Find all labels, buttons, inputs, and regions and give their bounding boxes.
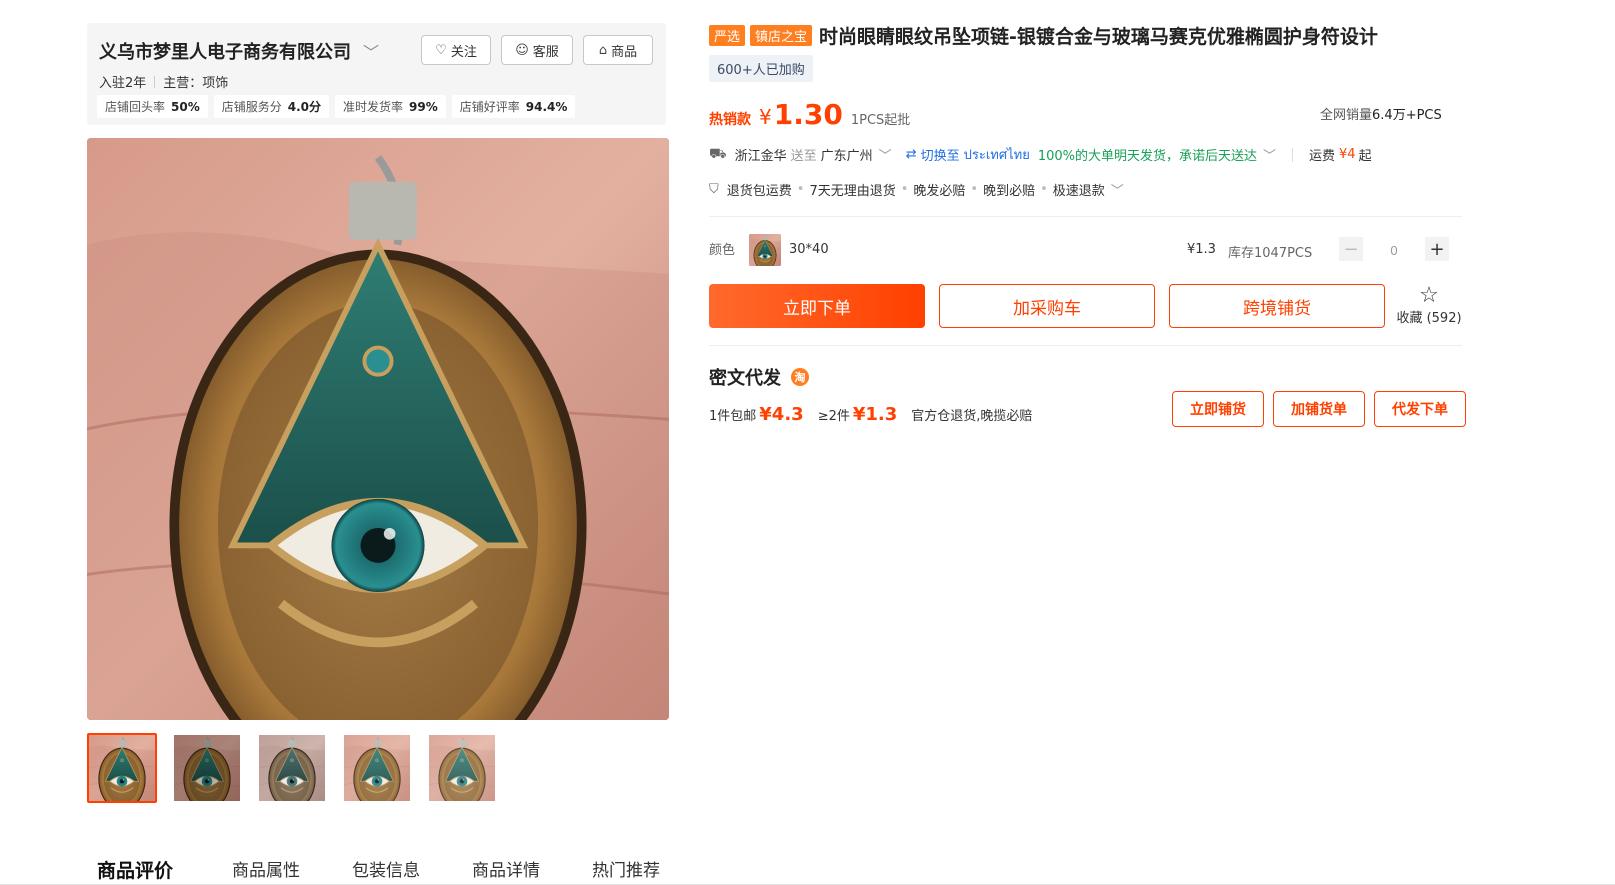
tab-hot-recommend[interactable]: 热门推荐	[592, 856, 682, 883]
ship-to[interactable]: 广东广州	[821, 145, 873, 164]
tab-reviews[interactable]: 商品评价	[97, 856, 232, 883]
sku-row: 颜色 30*40 ¥1.3 库存1047PCS − +	[709, 234, 1449, 268]
store-icon: ⌂	[598, 42, 608, 58]
two-piece-label: ≥2件	[817, 409, 850, 424]
shop-stats: 店铺回头率 50% 店铺服务分 4.0分 准时发货率 99% 店铺好评率 94.4%	[97, 95, 576, 118]
title-row: 严选 镇店之宝 时尚眼睛眼纹吊坠项链-银镀合金与玻璃马赛克优雅椭圆护身符设计	[709, 22, 1378, 49]
shop-card: 义乌市梦里人电子商务有限公司 ﹀ ♡ 关注 ☺ 客服 ⌂ 商品 入驻2年 主营：项…	[87, 23, 666, 125]
price-row: 热销款 ¥ 1.30 1PCS起批	[709, 98, 910, 131]
sku-thumbnail[interactable]	[749, 234, 781, 266]
currency-symbol: ¥	[759, 105, 772, 129]
shipping-row: ⛟ 浙江金华 送至 广东广州 ﹀ ⇄ 切换至 ประเทศไทย 100%的大单…	[709, 144, 1372, 165]
shield-icon: ⛉	[709, 182, 719, 197]
miwen-title: 密文代发 淘	[709, 364, 809, 390]
customer-service-button[interactable]: ☺ 客服	[501, 35, 573, 65]
sku-label: 颜色	[709, 243, 736, 258]
stat-on-time: 准时发货率 99%	[335, 95, 446, 118]
shop-name[interactable]: 义乌市梦里人电子商务有限公司	[99, 38, 351, 64]
divider	[709, 345, 1462, 346]
stat-positive-rate: 店铺好评率 94.4%	[451, 95, 576, 118]
fee-suffix: 起	[1358, 149, 1372, 164]
chevron-down-icon[interactable]: ﹀	[1111, 180, 1124, 199]
miwen-note: 官方仓退货,晚揽必赔	[911, 409, 1033, 424]
divider	[709, 216, 1462, 217]
tag-treasure: 镇店之宝	[750, 25, 813, 46]
dropship-order-button[interactable]: 代发下单	[1374, 391, 1466, 427]
fav-count: (592)	[1426, 311, 1462, 326]
thumbnail-3[interactable]	[257, 733, 327, 803]
switch-icon: ⇄	[905, 147, 917, 162]
chevron-down-icon[interactable]: ﹀	[363, 39, 379, 63]
thumbnail-strip	[87, 733, 497, 803]
one-piece-price: ¥4.3	[759, 404, 804, 425]
fav-label: 收藏	[1396, 311, 1423, 326]
detail-tabs: 商品评价 商品属性 包装信息 商品详情 热门推荐	[97, 856, 682, 883]
follow-button[interactable]: ♡ 关注	[421, 35, 491, 65]
miwen-prices: 1件包邮 ¥4.3 ≥2件 ¥1.3 官方仓退货,晚揽必赔	[709, 404, 1032, 425]
thumbnail-5[interactable]	[427, 733, 497, 803]
shop-meta: 入驻2年 主营：项饰	[99, 72, 228, 91]
product-title: 时尚眼睛眼纹吊坠项链-银镀合金与玻璃马赛克优雅椭圆护身符设计	[819, 26, 1378, 48]
stat-service-score: 店铺服务分 4.0分	[213, 95, 330, 118]
quantity-input[interactable]	[1367, 239, 1421, 261]
delivery-promise: 100%的大单明天发货，承诺后天送达	[1037, 149, 1257, 164]
heart-plus-icon: ♡	[435, 42, 447, 58]
service-item: 晚发必赔	[913, 184, 966, 199]
sku-stock: 库存1047PCS	[1228, 246, 1313, 261]
shop-products-button[interactable]: ⌂ 商品	[583, 35, 653, 65]
service-item: 极速退款	[1052, 184, 1105, 199]
taobao-icon: 淘	[791, 368, 809, 386]
switch-target[interactable]: ประเทศไทย	[964, 144, 1030, 165]
stat-repurchase: 店铺回头率 50%	[97, 95, 208, 118]
star-icon: ☆	[1419, 283, 1439, 308]
list-now-button[interactable]: 立即铺货	[1172, 391, 1264, 427]
products-label: 商品	[611, 44, 638, 60]
service-item: 7天无理由退货	[809, 184, 896, 199]
ship-from: 浙江金华	[734, 149, 787, 164]
buyers-badge: 600+人已加购	[709, 55, 813, 82]
ship-to-word: 送至	[790, 149, 817, 164]
add-listing-button[interactable]: 加铺货单	[1273, 391, 1365, 427]
chevron-down-icon[interactable]: ﹀	[879, 145, 892, 164]
order-now-button[interactable]: 立即下单	[709, 284, 925, 328]
total-sales: 全网销量6.4万+PCS	[1320, 108, 1442, 123]
services-row: ⛉ 退货包运费 • 7天无理由退货 • 晚发必赔 • 晚到必赔 • 极速退款 ﹀	[709, 180, 1124, 199]
service-label: 客服	[532, 44, 559, 60]
min-order: 1PCS起批	[850, 113, 911, 128]
add-to-cart-button[interactable]: 加采购车	[939, 284, 1155, 328]
favorite-button[interactable]: ☆ 收藏 (592)	[1393, 283, 1465, 327]
sku-name: 30*40	[789, 242, 829, 257]
service-item: 晚到必赔	[983, 184, 1036, 199]
tab-packaging[interactable]: 包装信息	[352, 856, 472, 883]
price-value: 1.30	[773, 98, 843, 131]
hot-label: 热销款	[709, 112, 751, 128]
thumbnail-4[interactable]	[342, 733, 412, 803]
tag-yanxuan: 严选	[709, 25, 746, 46]
tab-details[interactable]: 商品详情	[472, 856, 592, 883]
switch-label[interactable]: 切换至	[921, 145, 960, 164]
follow-label: 关注	[450, 44, 477, 60]
cross-border-button[interactable]: 跨境铺货	[1169, 284, 1385, 328]
thumbnail-2[interactable]	[172, 733, 242, 803]
tab-attributes[interactable]: 商品属性	[232, 856, 352, 883]
qty-increase-button[interactable]: +	[1425, 237, 1449, 261]
service-item: 退货包运费	[726, 184, 792, 199]
fee-label: 运费	[1309, 149, 1336, 164]
chat-icon: ☺	[515, 42, 529, 58]
fee-value: ¥4	[1339, 147, 1356, 162]
one-piece-label: 1件包邮	[709, 409, 757, 424]
chevron-down-icon[interactable]: ﹀	[1263, 145, 1276, 164]
qty-decrease-button[interactable]: −	[1339, 237, 1363, 261]
eye-pendant-image	[87, 138, 669, 720]
shop-main-category: 主营：项饰	[163, 76, 229, 91]
two-piece-price: ¥1.3	[852, 404, 898, 425]
shop-years: 入驻2年	[99, 76, 147, 91]
truck-icon: ⛟	[709, 145, 727, 162]
main-product-image[interactable]	[87, 138, 669, 720]
thumbnail-1[interactable]	[87, 733, 157, 803]
sku-price: ¥1.3	[1187, 242, 1216, 257]
